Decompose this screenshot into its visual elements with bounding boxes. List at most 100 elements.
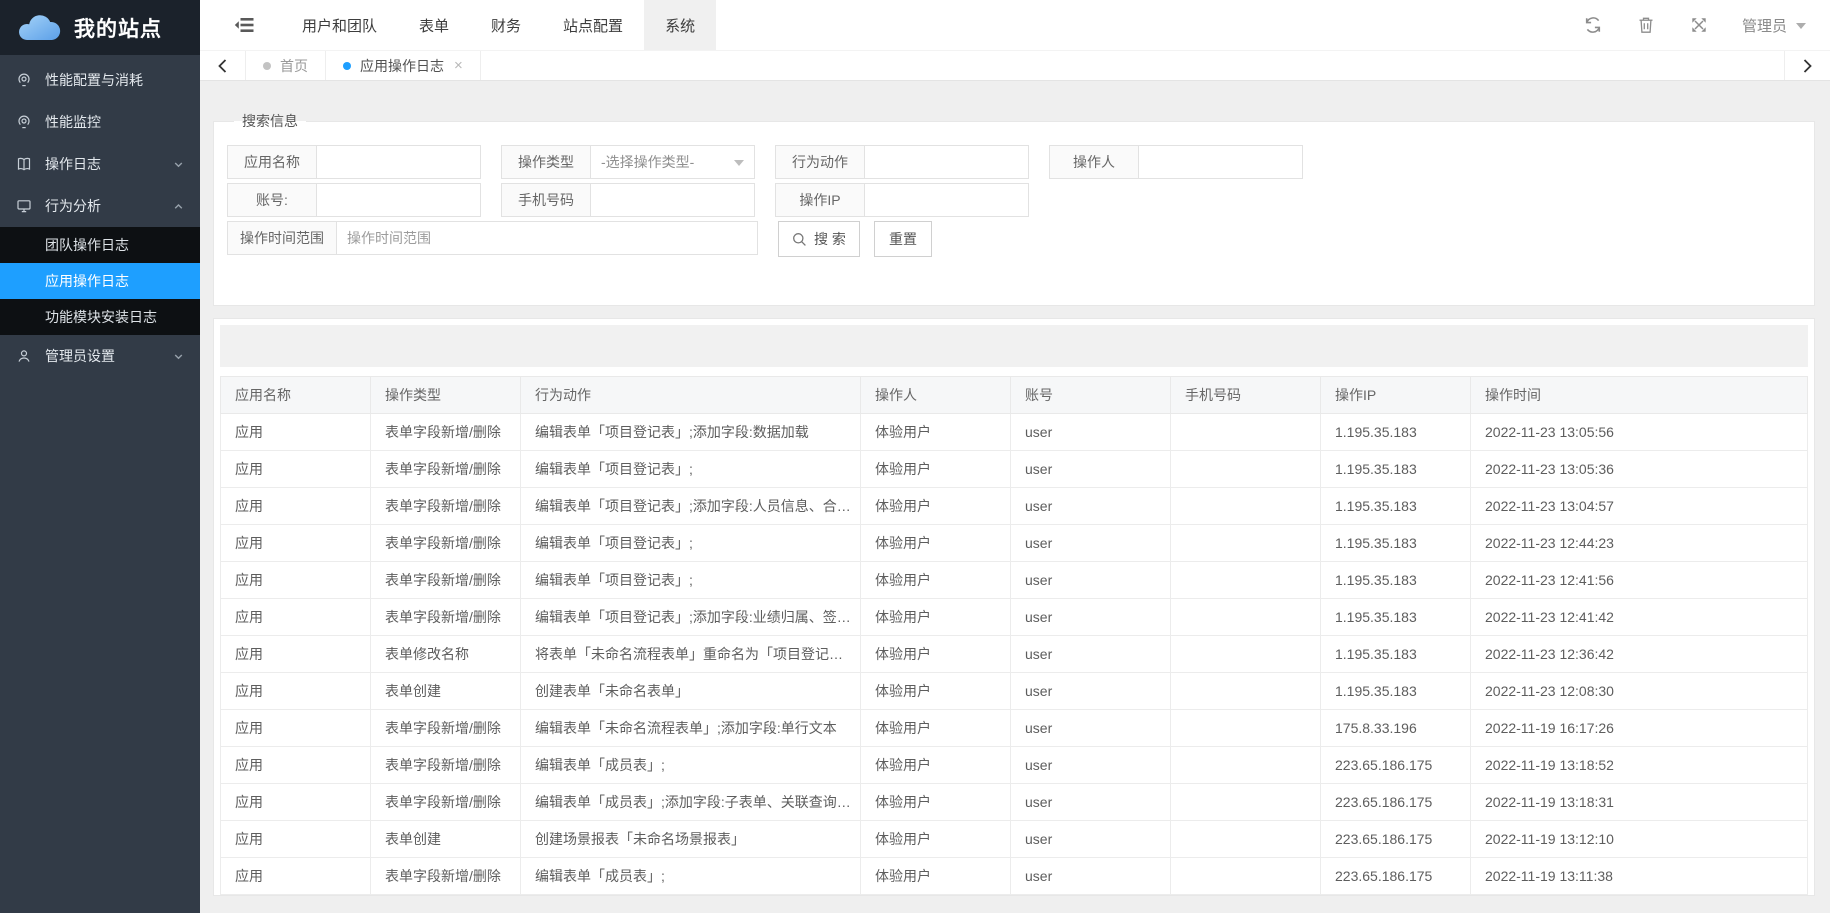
topnav-item-label: 站点配置 — [563, 15, 623, 36]
tab-close-icon[interactable]: × — [454, 57, 463, 74]
table-row[interactable]: 应用表单字段新增/删除编辑表单「项目登记表」;添加字段:业绩归属、签约人员...… — [221, 599, 1808, 636]
table-cell: 1.195.35.183 — [1321, 451, 1471, 488]
log-table-card: 应用名称操作类型行为动作操作人账号手机号码操作IP操作时间 应用表单字段新增/删… — [213, 318, 1815, 896]
reset-button-label: 重置 — [889, 229, 917, 249]
sidebar-item[interactable]: 性能监控 — [0, 101, 200, 143]
topbar: 用户和团队表单财务 站点配置系统 — [200, 0, 1830, 50]
sidebar-subitem[interactable]: 应用操作日志 — [0, 263, 200, 299]
chevron-down-icon — [173, 159, 184, 170]
table-cell — [1171, 525, 1321, 562]
log-table: 应用名称操作类型行为动作操作人账号手机号码操作IP操作时间 应用表单字段新增/删… — [220, 376, 1808, 895]
phone-input[interactable] — [590, 183, 755, 217]
table-row[interactable]: 应用表单字段新增/删除编辑表单「项目登记表」;体验用户user1.195.35.… — [221, 562, 1808, 599]
account-input[interactable] — [316, 183, 481, 217]
table-row[interactable]: 应用表单字段新增/删除编辑表单「项目登记表」;添加字段:数据加载体验用户user… — [221, 414, 1808, 451]
table-cell: 编辑表单「项目登记表」; — [521, 525, 861, 562]
search-field: 行为动作 — [775, 145, 1029, 179]
table-cell: 编辑表单「成员表」; — [521, 858, 861, 895]
table-cell: 应用 — [221, 673, 371, 710]
tabs-scroll-right-button[interactable] — [1784, 51, 1830, 80]
search-field-label: 应用名称 — [227, 145, 317, 179]
table-cell: 体验用户 — [861, 451, 1011, 488]
table-cell — [1171, 488, 1321, 525]
tabsbar: 首页应用操作日志× — [200, 50, 1830, 81]
table-cell: user — [1011, 451, 1171, 488]
topnav-item[interactable]: 财务 — [470, 0, 542, 50]
operator-input[interactable] — [1138, 145, 1303, 179]
table-cell: user — [1011, 673, 1171, 710]
table-row[interactable]: 应用表单修改名称将表单「未命名流程表单」重命名为「项目登记表」体验用户user1… — [221, 636, 1808, 673]
tab[interactable]: 首页 — [246, 51, 326, 80]
topnav-item-label: 财务 — [491, 15, 521, 36]
sidebar-item[interactable]: 行为分析 — [0, 185, 200, 227]
table-cell: 表单创建 — [371, 673, 521, 710]
tabs-scroll-left-button[interactable] — [200, 51, 246, 80]
operation-type-select[interactable]: -选择操作类型- — [590, 145, 755, 179]
column-header: 操作人 — [861, 377, 1011, 414]
table-cell: 体验用户 — [861, 858, 1011, 895]
sidebar-subitem[interactable]: 团队操作日志 — [0, 227, 200, 263]
table-row[interactable]: 应用表单字段新增/删除编辑表单「项目登记表」;添加字段:人员信息、合同信息体验用… — [221, 488, 1808, 525]
table-row[interactable]: 应用表单字段新增/删除编辑表单「未命名流程表单」;添加字段:单行文本体验用户us… — [221, 710, 1808, 747]
table-row[interactable]: 应用表单字段新增/删除编辑表单「成员表」;体验用户user223.65.186.… — [221, 858, 1808, 895]
action-input[interactable] — [864, 145, 1029, 179]
table-cell: 1.195.35.183 — [1321, 562, 1471, 599]
search-field: 账号: — [227, 183, 481, 217]
table-cell: 2022-11-19 13:11:38 — [1471, 858, 1808, 895]
topnav-item[interactable]: 用户和团队 — [281, 0, 398, 50]
table-cell: user — [1011, 710, 1171, 747]
book-icon — [16, 156, 34, 172]
sidebar-item[interactable]: 性能配置与消耗 — [0, 59, 200, 101]
user-menu[interactable]: 管理员 — [1742, 15, 1806, 36]
table-row[interactable]: 应用表单字段新增/删除编辑表单「成员表」;添加字段:子表单、关联查询、附件体验用… — [221, 784, 1808, 821]
table-cell: 应用 — [221, 599, 371, 636]
table-cell: 2022-11-23 12:36:42 — [1471, 636, 1808, 673]
sidebar: 我的站点 性能配置与消耗性能监控操作日志行为分析团队操作日志应用操作日志功能模块… — [0, 0, 200, 913]
table-row[interactable]: 应用表单字段新增/删除编辑表单「成员表」;体验用户user223.65.186.… — [221, 747, 1808, 784]
topnav-item[interactable]: 系统 — [644, 0, 716, 50]
table-cell: 223.65.186.175 — [1321, 821, 1471, 858]
search-button[interactable]: 搜 索 — [778, 221, 860, 257]
topnav-item[interactable]: 表单 — [398, 0, 470, 50]
table-row[interactable]: 应用表单创建创建场景报表「未命名场景报表」体验用户user223.65.186.… — [221, 821, 1808, 858]
reset-button[interactable]: 重置 — [874, 221, 932, 257]
topnav-item-label: 用户和团队 — [302, 15, 377, 36]
topnav: 用户和团队表单财务 站点配置系统 — [281, 0, 716, 50]
table-cell: user — [1011, 636, 1171, 673]
time-range-input[interactable] — [336, 221, 758, 255]
search-field: 操作类型-选择操作类型- — [501, 145, 755, 179]
signal-icon — [16, 114, 34, 130]
sidebar-item[interactable]: 管理员设置 — [0, 335, 200, 377]
app-name-input[interactable] — [316, 145, 481, 179]
search-field: 应用名称 — [227, 145, 481, 179]
sidebar-subitem[interactable]: 功能模块安装日志 — [0, 299, 200, 335]
trash-icon[interactable] — [1638, 16, 1654, 34]
table-cell: user — [1011, 599, 1171, 636]
ip-input[interactable] — [864, 183, 1029, 217]
collapse-sidebar-icon[interactable] — [234, 17, 255, 33]
table-cell: 2022-11-23 12:41:56 — [1471, 562, 1808, 599]
chevron-down-icon — [173, 351, 184, 362]
site-logo[interactable]: 我的站点 — [0, 0, 200, 55]
table-cell: 应用 — [221, 747, 371, 784]
table-cell: user — [1011, 525, 1171, 562]
topnav-item[interactable]: 站点配置 — [542, 0, 644, 50]
table-row[interactable]: 应用表单字段新增/删除编辑表单「项目登记表」;体验用户user1.195.35.… — [221, 525, 1808, 562]
table-cell: 2022-11-19 13:18:52 — [1471, 747, 1808, 784]
table-cell: 编辑表单「未命名流程表单」;添加字段:单行文本 — [521, 710, 861, 747]
search-rows: 应用名称操作类型-选择操作类型-行为动作操作人账号:手机号码操作IP操作时间范围… — [227, 145, 1814, 257]
column-header: 账号 — [1011, 377, 1171, 414]
fullscreen-icon[interactable] — [1690, 16, 1708, 34]
column-header: 操作IP — [1321, 377, 1471, 414]
sidebar-item[interactable]: 操作日志 — [0, 143, 200, 185]
topbar-actions: 管理员 — [1548, 15, 1830, 36]
column-header: 应用名称 — [221, 377, 371, 414]
table-cell: 创建场景报表「未命名场景报表」 — [521, 821, 861, 858]
refresh-icon[interactable] — [1584, 16, 1602, 34]
tab[interactable]: 应用操作日志× — [326, 51, 481, 80]
table-cell: 体验用户 — [861, 784, 1011, 821]
table-row[interactable]: 应用表单字段新增/删除编辑表单「项目登记表」;体验用户user1.195.35.… — [221, 451, 1808, 488]
table-cell: user — [1011, 488, 1171, 525]
table-row[interactable]: 应用表单创建创建表单「未命名表单」体验用户user1.195.35.183202… — [221, 673, 1808, 710]
table-cell: 表单字段新增/删除 — [371, 451, 521, 488]
